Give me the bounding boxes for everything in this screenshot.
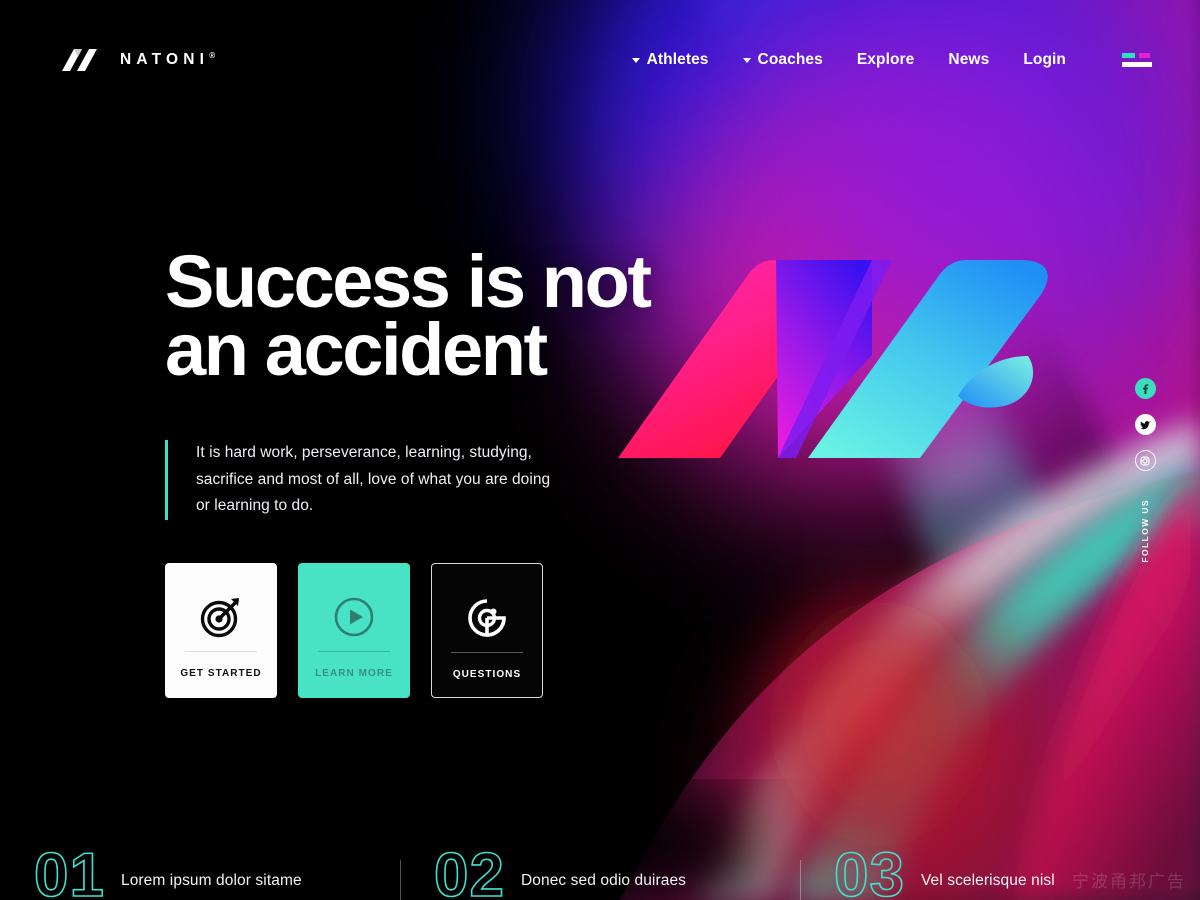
target-arrow-glyph bbox=[200, 598, 239, 638]
menu-bar-teal bbox=[1122, 53, 1135, 58]
strip-number: 03 bbox=[833, 840, 905, 900]
card-divider bbox=[185, 651, 257, 652]
headline-line-2: an accident bbox=[165, 308, 548, 392]
brand-name: NATONI® bbox=[120, 51, 215, 69]
facebook-icon[interactable] bbox=[1134, 378, 1156, 399]
hero-quote: It is hard work, perseverance, learning,… bbox=[165, 440, 557, 521]
nav-label: Login bbox=[1023, 51, 1066, 68]
card-questions[interactable]: QUESTIONS bbox=[431, 563, 543, 698]
play-circle-icon bbox=[331, 589, 377, 645]
card-divider bbox=[318, 651, 390, 652]
nav-label: Athletes bbox=[646, 51, 709, 68]
page-root: NATONI® Athletes Coaches Explore News Lo… bbox=[0, 0, 1200, 900]
bottom-feature-strip: 01 Lorem ipsum dolor sitame 02 Donec sed… bbox=[0, 822, 1200, 900]
follow-us-label: FOLLOW US bbox=[1140, 499, 1150, 563]
card-get-started[interactable]: GET STARTED bbox=[165, 563, 277, 698]
menu-bar-magenta bbox=[1139, 53, 1150, 58]
instagram-icon[interactable] bbox=[1134, 450, 1156, 471]
strip-number: 01 bbox=[33, 840, 105, 900]
strip-item-01[interactable]: 01 Lorem ipsum dolor sitame bbox=[0, 822, 400, 900]
instagram-glyph bbox=[1140, 455, 1150, 466]
strip-item-03[interactable]: 03 Vel scelerisque nisl bbox=[800, 822, 1200, 900]
card-label: LEARN MORE bbox=[315, 668, 393, 679]
nav-label: Coaches bbox=[757, 51, 823, 68]
page-title: Success is not an accident bbox=[165, 245, 785, 392]
nav-item-coaches[interactable]: Coaches bbox=[742, 51, 823, 69]
nav-label: Explore bbox=[856, 51, 915, 68]
chevron-down-icon bbox=[742, 57, 751, 63]
hamburger-menu-icon[interactable] bbox=[1122, 53, 1152, 67]
nav-item-explore[interactable]: Explore bbox=[857, 51, 915, 69]
play-circle-glyph bbox=[334, 597, 374, 637]
site-header: NATONI® Athletes Coaches Explore News Lo… bbox=[0, 0, 1200, 120]
nav-item-athletes[interactable]: Athletes bbox=[631, 51, 709, 69]
natoni-logo-icon bbox=[62, 49, 97, 71]
strip-text: Vel scelerisque nisl bbox=[920, 872, 1055, 889]
spiral-question-icon bbox=[464, 590, 510, 646]
brand-trademark: ® bbox=[209, 50, 216, 60]
twitter-glyph bbox=[1140, 420, 1150, 429]
hero-section: Success is not an accident It is hard wo… bbox=[165, 245, 785, 521]
menu-bar-white bbox=[1122, 62, 1152, 67]
action-cards: GET STARTED LEARN MORE QUESTIONS bbox=[165, 563, 543, 698]
nav-label: News bbox=[948, 51, 990, 68]
hero-quote-text: It is hard work, perseverance, learning,… bbox=[196, 444, 551, 515]
card-label: QUESTIONS bbox=[452, 669, 522, 680]
main-navigation: Athletes Coaches Explore News Login bbox=[631, 51, 1152, 69]
card-label: GET STARTED bbox=[180, 668, 262, 679]
social-rail: FOLLOW US bbox=[1134, 378, 1156, 563]
twitter-icon[interactable] bbox=[1134, 414, 1156, 435]
nav-item-login[interactable]: Login bbox=[1023, 51, 1066, 69]
strip-text: Donec sed odio duiraes bbox=[520, 872, 687, 889]
facebook-glyph bbox=[1143, 383, 1149, 394]
brand-name-text: NATONI bbox=[120, 51, 210, 69]
brand-logo[interactable]: NATONI® bbox=[60, 47, 215, 73]
strip-number: 02 bbox=[433, 840, 505, 900]
menu-icon-top-row bbox=[1122, 53, 1152, 58]
card-divider bbox=[451, 652, 523, 653]
target-arrow-icon bbox=[198, 589, 244, 645]
strip-text: Lorem ipsum dolor sitame bbox=[120, 872, 302, 889]
strip-item-02[interactable]: 02 Donec sed odio duiraes bbox=[400, 822, 800, 900]
nav-item-news[interactable]: News bbox=[948, 51, 989, 69]
chevron-down-icon bbox=[631, 57, 640, 63]
card-learn-more[interactable]: LEARN MORE bbox=[298, 563, 410, 698]
spiral-question-glyph bbox=[468, 599, 506, 637]
